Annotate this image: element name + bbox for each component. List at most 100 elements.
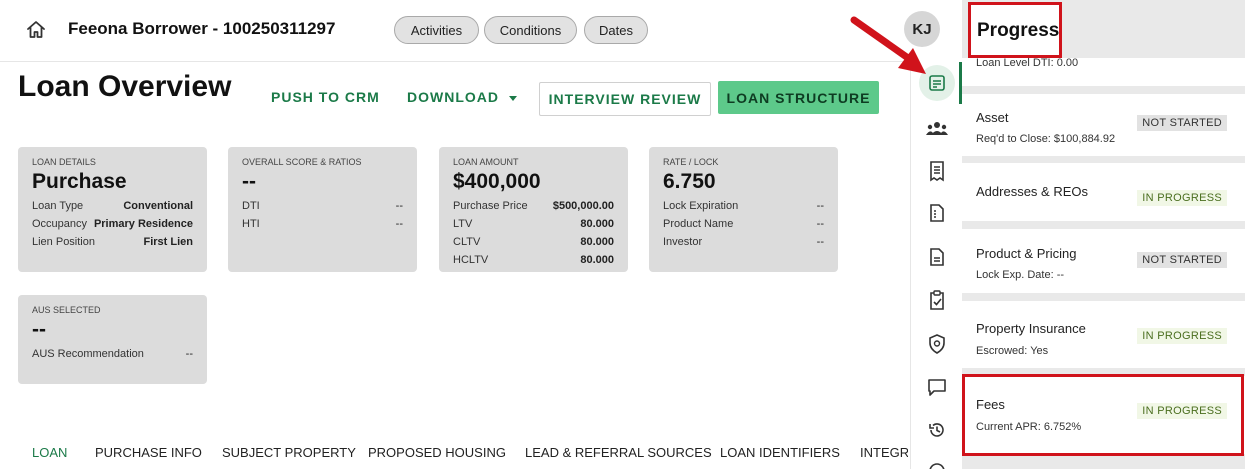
row-label: Product Name (663, 218, 734, 230)
card-row: Loan Type Conventional (32, 197, 193, 215)
card-row: LTV 80.000 (453, 215, 614, 233)
card-row: Purchase Price $500,000.00 (453, 197, 614, 215)
card-row: CLTV 80.000 (453, 233, 614, 251)
card-row: Product Name -- (663, 215, 824, 233)
tab-loan[interactable]: LOAN (32, 445, 67, 460)
tab-lead-referral-sources[interactable]: LEAD & REFERRAL SOURCES (525, 445, 712, 460)
progress-item-product-pricing[interactable]: Product & Pricing Lock Exp. Date: -- NOT… (962, 229, 1245, 293)
home-icon[interactable] (24, 18, 48, 42)
borrower-name: Feeona Borrower - 100250311297 (68, 19, 336, 38)
row-label: HCLTV (453, 254, 489, 266)
row-value: -- (816, 200, 824, 212)
rate-lock-card[interactable]: RATE / LOCK 6.750 Lock Expiration -- Prod… (649, 147, 838, 272)
red-arrow-icon (850, 16, 926, 74)
tab-subject-property[interactable]: SUBJECT PROPERTY (222, 445, 356, 460)
conditions-pill[interactable]: Conditions (484, 16, 577, 44)
row-value: $500,000.00 (552, 200, 614, 212)
card-row: Lien Position First Lien (32, 233, 193, 251)
clock-icon[interactable] (924, 458, 950, 469)
row-label: Loan Type (32, 200, 84, 212)
row-value: Conventional (123, 200, 193, 212)
row-value: Primary Residence (93, 218, 193, 230)
tab-purchase-info[interactable]: PURCHASE INFO (95, 445, 202, 460)
progress-item-sub: Loan Level DTI: 0.00 (976, 58, 1079, 69)
progress-item-sub: Lock Exp. Date: -- (976, 269, 1065, 281)
card-row: Investor -- (663, 233, 824, 251)
fees-highlight-box (962, 374, 1244, 456)
row-value: -- (816, 218, 824, 230)
loan-details-card[interactable]: LOAN DETAILS Purchase Loan Type Conventio… (18, 147, 207, 272)
loan-amount-card[interactable]: LOAN AMOUNT $400,000 Purchase Price $500,… (439, 147, 628, 272)
card-row: AUS Recommendation -- (32, 345, 193, 363)
document-icon[interactable] (924, 244, 950, 270)
row-value: 80.000 (580, 218, 614, 230)
aus-selected-card[interactable]: AUS SELECTED -- AUS Recommendation -- (18, 295, 207, 384)
document-list-icon[interactable] (924, 200, 950, 226)
card-label: AUS SELECTED (32, 305, 101, 315)
row-label: LTV (453, 218, 473, 230)
row-value: 80.000 (580, 236, 614, 248)
history-icon[interactable] (924, 417, 950, 443)
progress-item-sub: Req'd to Close: $100,884.92 (976, 133, 1116, 145)
download-button[interactable]: DOWNLOAD (407, 89, 517, 105)
interview-review-button[interactable]: INTERVIEW REVIEW (539, 82, 711, 116)
card-label: OVERALL SCORE & RATIOS (242, 157, 362, 167)
shield-icon[interactable] (924, 331, 950, 357)
clipboard-check-icon[interactable] (924, 287, 950, 313)
dates-pill[interactable]: Dates (584, 16, 648, 44)
progress-item-asset[interactable]: Asset Req'd to Close: $100,884.92 NOT ST… (962, 94, 1245, 156)
row-value: First Lien (143, 236, 193, 248)
score-ratios-card[interactable]: OVERALL SCORE & RATIOS -- DTI -- HTI -- (228, 147, 417, 272)
row-label: Purchase Price (453, 200, 528, 212)
push-to-crm-button[interactable]: PUSH TO CRM (271, 89, 380, 105)
chat-icon[interactable] (924, 374, 950, 400)
status-badge: NOT STARTED (1137, 115, 1227, 131)
row-label: Lock Expiration (663, 200, 739, 212)
card-label: RATE / LOCK (663, 157, 719, 167)
people-icon[interactable] (924, 115, 950, 141)
page-title: Loan Overview (18, 70, 232, 103)
chevron-down-icon (509, 95, 517, 101)
status-badge: NOT STARTED (1137, 252, 1227, 268)
tab-proposed-housing[interactable]: PROPOSED HOUSING (368, 445, 506, 460)
row-label: DTI (242, 200, 260, 212)
progress-item-title: Property Insurance (976, 321, 1086, 336)
receipt-icon[interactable] (924, 158, 950, 184)
row-label: Lien Position (32, 236, 95, 248)
row-value: -- (395, 218, 403, 230)
progress-title: Progress (968, 2, 1062, 58)
card-label: LOAN AMOUNT (453, 157, 519, 167)
download-label: DOWNLOAD (407, 89, 499, 105)
row-value: -- (395, 200, 403, 212)
row-label: CLTV (453, 236, 481, 248)
progress-item-sub: Escrowed: Yes (976, 345, 1049, 357)
card-value: Purchase (32, 170, 127, 193)
row-label: AUS Recommendation (32, 348, 144, 360)
row-label: Investor (663, 236, 703, 248)
activities-pill[interactable]: Activities (394, 16, 479, 44)
row-value: -- (816, 236, 824, 248)
card-row: HTI -- (242, 215, 403, 233)
status-badge: IN PROGRESS (1137, 328, 1227, 344)
card-label: LOAN DETAILS (32, 157, 96, 167)
progress-item-addresses[interactable]: Addresses & REOs IN PROGRESS (962, 163, 1245, 221)
tab-integrations[interactable]: INTEGR (860, 445, 908, 460)
progress-item-property-insurance[interactable]: Property Insurance Escrowed: Yes IN PROG… (962, 301, 1245, 368)
progress-item-title: Addresses & REOs (976, 184, 1088, 199)
progress-item-loan-level[interactable]: Loan Level DTI: 0.00 (962, 58, 1245, 86)
card-value: $400,000 (453, 170, 541, 193)
status-badge: IN PROGRESS (1137, 190, 1227, 206)
progress-item-title: Product & Pricing (976, 246, 1077, 261)
card-row: Occupancy Primary Residence (32, 215, 193, 233)
row-value: 80.000 (580, 254, 614, 266)
progress-item-title: Asset (976, 110, 1009, 125)
section-tabs: LOAN PURCHASE INFO SUBJECT PROPERTY PROP… (0, 436, 908, 469)
card-row: Lock Expiration -- (663, 197, 824, 215)
tab-loan-identifiers[interactable]: LOAN IDENTIFIERS (720, 445, 840, 460)
icon-rail (910, 62, 962, 469)
card-row: DTI -- (242, 197, 403, 215)
card-value: -- (32, 318, 46, 341)
row-label: Occupancy (32, 218, 88, 230)
card-row: HCLTV 80.000 (453, 251, 614, 269)
row-label: HTI (242, 218, 260, 230)
